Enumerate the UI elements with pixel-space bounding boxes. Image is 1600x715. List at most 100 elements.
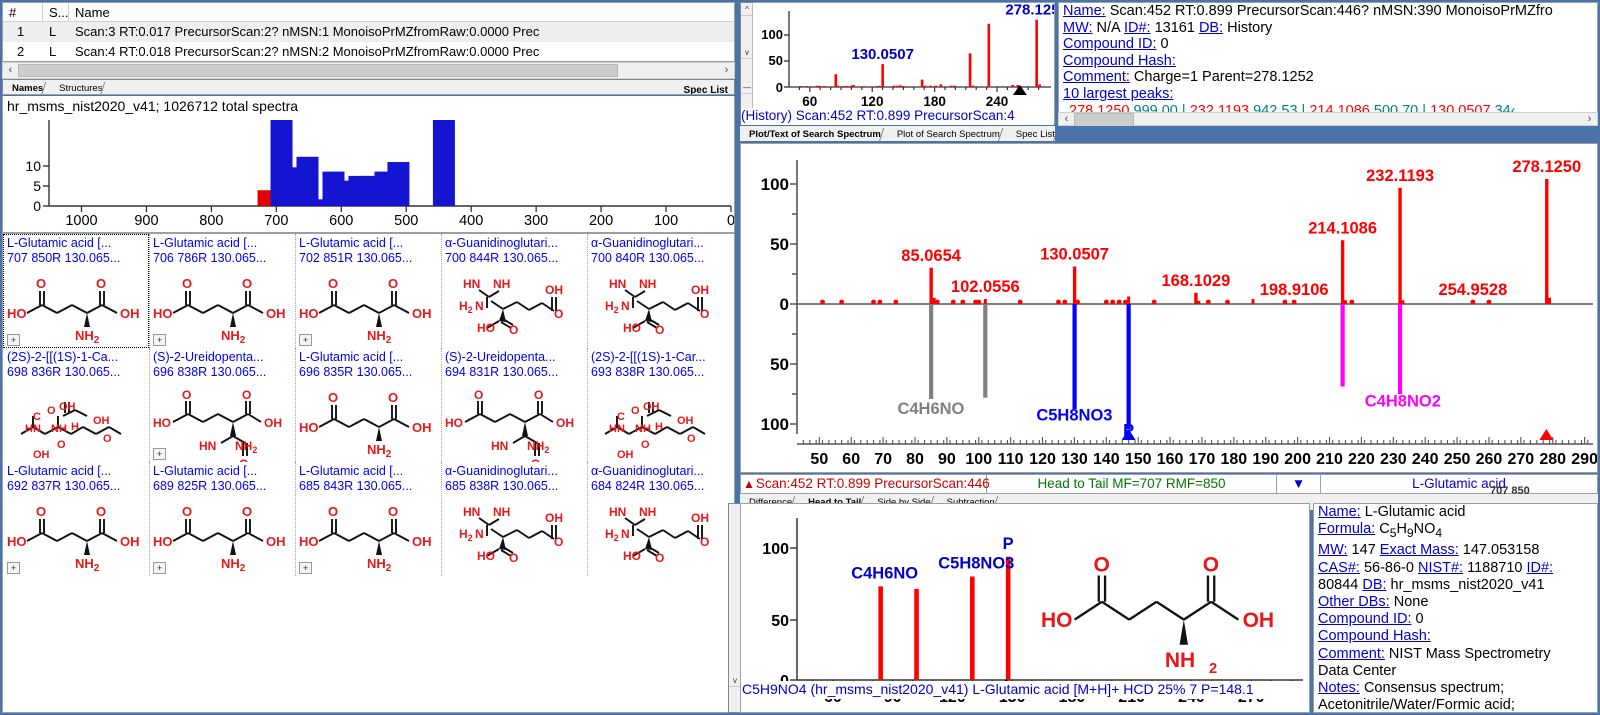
expand-plus-button[interactable]: + xyxy=(153,334,166,346)
svg-text:OH: OH xyxy=(677,415,694,427)
hit-list-tabstrip[interactable]: Names Structures Spec List xyxy=(2,79,735,95)
mini-plot-scroll-column[interactable]: ^ v — xyxy=(740,2,753,124)
structure-grid-cell[interactable]: L-Glutamic acid [... 696 835R 130.065... H… xyxy=(295,348,441,462)
expand-plus-button[interactable]: + xyxy=(7,334,20,346)
status-dropdown-button[interactable]: ▼ xyxy=(1277,475,1321,493)
expand-plus-button[interactable]: + xyxy=(153,562,166,574)
scrollbar-track[interactable] xyxy=(18,63,719,78)
molecule-structure[interactable]: HO O O OH NH2 xyxy=(149,494,295,576)
structure-grid-cell[interactable]: L-Glutamic acid [... 692 837R 130.065... H… xyxy=(3,462,149,576)
structure-grid-cell[interactable]: α-Guanidinoglutari... 700 844R 130.065...… xyxy=(441,234,587,348)
structure-grid-cell[interactable]: L-Glutamic acid [... 702 851R 130.065... H… xyxy=(295,234,441,348)
structure-grid-cell[interactable]: (2S)-2-[[(1S)-1-Ca... 698 836R 130.065...… xyxy=(3,348,149,462)
histogram-plot[interactable]: 0 5 10 1000 900 800 700 600 500 400 300 200 100 0 xyxy=(3,114,734,226)
svg-text:HO: HO xyxy=(445,416,463,430)
structure-grid-cell[interactable]: L-Glutamic acid [... 685 843R 130.065... H… xyxy=(295,462,441,576)
table-row[interactable]: 1 L Scan:3 RT:0.017 PrecursorScan:2? nMS… xyxy=(3,22,734,42)
svg-text:O: O xyxy=(57,439,66,451)
molecule-structure[interactable]: HO O O OH NH2 xyxy=(3,266,149,348)
scrollbar-track[interactable] xyxy=(1074,113,1582,125)
column-header-index[interactable]: # xyxy=(3,3,43,22)
scroll-extra-icon[interactable]: — xyxy=(741,81,752,94)
structure-grid-cell[interactable]: L-Glutamic acid [... 707 850R 130.065... H… xyxy=(3,234,149,348)
molecule-structure[interactable]: HOOOOHHNNH2O xyxy=(149,380,295,462)
structure-grid-cell[interactable]: α-Guanidinoglutari... 700 840R 130.065...… xyxy=(587,234,733,348)
lib-comment-value: NIST Mass Spectrometry xyxy=(1384,645,1551,662)
top-info-horizontal-scrollbar[interactable]: ‹ › xyxy=(1058,112,1598,126)
column-header-name[interactable]: Name xyxy=(69,3,734,22)
svg-text:130.0507: 130.0507 xyxy=(851,46,914,63)
info-name-value: Scan:452 RT:0.899 PrecursorScan:446? nMS… xyxy=(1105,3,1553,19)
tab-spec-list[interactable]: Spec List xyxy=(1008,128,1055,141)
scroll-up-icon[interactable]: ^ xyxy=(741,3,752,16)
scroll-left-icon[interactable]: ‹ xyxy=(1059,113,1074,125)
status-search-spectrum[interactable]: ▲ Scan:452 RT:0.899 PrecursorScan:446 xyxy=(741,475,990,493)
molecule-structure[interactable]: HOOOOHHNNH2O xyxy=(441,380,587,462)
tab-plot-text-of-search-spectrum[interactable]: Plot/Text of Search Spectrum xyxy=(742,128,890,141)
svg-text:O: O xyxy=(655,551,664,565)
table-row[interactable]: 2 L Scan:4 RT:0.018 PrecursorScan:2? nMS… xyxy=(3,42,734,61)
structure-grid-cell[interactable]: (S)-2-Ureidopenta... 694 831R 130.065... H… xyxy=(441,348,587,462)
svg-text:100: 100 xyxy=(965,451,992,468)
hit-list-table[interactable]: # S... Name 1 L Scan:3 RT:0.017 Precurso… xyxy=(2,2,735,62)
molecule-structure[interactable]: HO O O OH NH2 xyxy=(3,494,149,576)
molecule-structure[interactable]: HO O O OH NH2 xyxy=(295,494,441,576)
info-compound-hash-line: Compound Hash: xyxy=(1059,53,1597,70)
svg-text:O: O xyxy=(96,276,106,291)
molecule-structure[interactable]: C O OH HN NH OH O O OH H xyxy=(587,380,733,462)
head-to-tail-status-bar[interactable]: ▲ Scan:452 RT:0.899 PrecursorScan:446 Hea… xyxy=(740,474,1598,494)
svg-text:OH: OH xyxy=(120,306,140,321)
hit-list-horizontal-scrollbar[interactable]: ‹ › xyxy=(2,62,735,79)
tab-plot-of-search-spectrum[interactable]: Plot of Search Spectrum xyxy=(889,128,1009,141)
scroll-right-icon[interactable]: › xyxy=(1582,113,1597,125)
svg-text:H: H xyxy=(71,421,79,433)
molecule-structure[interactable]: HO O O OH NH2 xyxy=(149,266,295,348)
search-spectrum-tabstrip[interactable]: Plot/Text of Search Spectrum Plot of Sea… xyxy=(740,126,1055,141)
molecule-structure[interactable]: HO O O OH NH2 xyxy=(295,266,441,348)
compound-name: L-Glutamic acid [... xyxy=(7,464,112,478)
expand-plus-button[interactable]: + xyxy=(153,448,166,460)
search-spectrum-info-text[interactable]: Name: Scan:452 RT:0.899 PrecursorScan:44… xyxy=(1058,2,1598,124)
molecule-structure[interactable]: HN NH H2 N OH O HO O xyxy=(587,266,733,348)
lib-mw-label: MW: xyxy=(1318,542,1348,559)
scrollbar-thumb[interactable] xyxy=(18,64,618,77)
expand-plus-button[interactable]: + xyxy=(7,562,20,574)
svg-text:NH: NH xyxy=(639,505,656,519)
structure-grid-cell[interactable]: α-Guanidinoglutari... 684 824R 130.065...… xyxy=(587,462,733,576)
molecule-structure[interactable]: HO O O OH NH2 xyxy=(295,380,441,462)
molecule-structure[interactable]: C O OH HN NH OH O O OH H xyxy=(3,380,149,462)
spec-list-label[interactable]: Spec List xyxy=(684,85,734,94)
svg-text:OH: OH xyxy=(691,283,709,297)
structure-grid-cell[interactable]: L-Glutamic acid [... 706 786R 130.065... H… xyxy=(149,234,295,348)
structure-grid-cell[interactable]: L-Glutamic acid [... 689 825R 130.065... H… xyxy=(149,462,295,576)
svg-text:O: O xyxy=(554,535,563,549)
expand-plus-button[interactable]: + xyxy=(299,562,312,574)
scroll-right-icon[interactable]: › xyxy=(719,63,734,78)
column-header-s[interactable]: S... xyxy=(43,3,69,22)
svg-text:N: N xyxy=(621,299,630,313)
structure-results-grid[interactable]: L-Glutamic acid [... 707 850R 130.065... H… xyxy=(2,233,735,713)
library-compound-info[interactable]: Name: L-Glutamic acid Formula: C5H9NO4 M… xyxy=(1313,503,1598,713)
svg-text:O: O xyxy=(388,390,398,405)
expand-plus-button[interactable]: + xyxy=(299,334,312,346)
structure-grid-cell[interactable]: α-Guanidinoglutari... 685 838R 130.065...… xyxy=(441,462,587,576)
molecule-structure[interactable]: HN NH H2 N OH O HO O xyxy=(587,494,733,576)
scroll-down-icon[interactable]: v xyxy=(741,46,752,59)
info-comment-label: Comment: xyxy=(1063,69,1130,86)
tab-structures[interactable]: Structures xyxy=(52,82,112,94)
tab-names[interactable]: Names xyxy=(5,82,53,94)
structure-grid-cell[interactable]: (2S)-2-[[(1S)-1-Car... 693 838R 130.065..… xyxy=(587,348,733,462)
score-histogram-panel: hr_msms_nist2020_v41; 1026712 total spec… xyxy=(2,96,735,233)
status-library-compound[interactable]: L-Glutamic acid xyxy=(1321,475,1597,493)
svg-text:NH2: NH2 xyxy=(75,328,100,346)
svg-text:220: 220 xyxy=(1348,451,1375,468)
search-spectrum-mini-plot[interactable]: 0 50 100 60 120 180 240 130.0507 278.1250 xyxy=(740,2,1055,124)
scrollbar-thumb[interactable] xyxy=(1074,113,1134,125)
head-to-tail-plot[interactable]: 100 50 0 50 100 C4H6NOC5H8NO3C4H8NO2P 85… xyxy=(740,143,1598,473)
svg-text:OH: OH xyxy=(412,534,432,549)
molecule-structure[interactable]: HN NH H2 N OH O HO O xyxy=(441,494,587,576)
svg-text:H: H xyxy=(655,421,663,433)
molecule-structure[interactable]: HN NH H2 N OH O HO O xyxy=(441,266,587,348)
scroll-left-icon[interactable]: ‹ xyxy=(3,63,18,78)
structure-grid-cell[interactable]: (S)-2-Ureidopenta... 696 838R 130.065... H… xyxy=(149,348,295,462)
